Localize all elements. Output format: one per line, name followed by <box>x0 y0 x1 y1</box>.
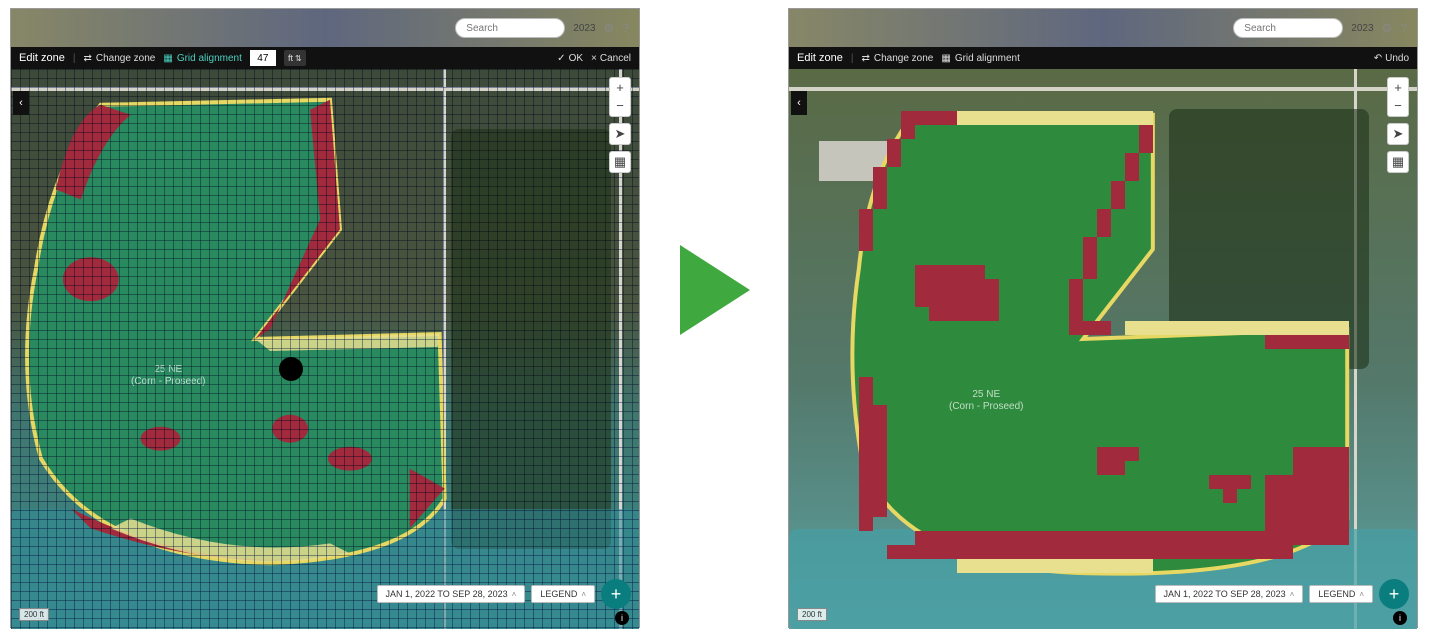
grid-icon: ▦ <box>163 53 172 64</box>
zone-pixel-layer <box>789 69 1417 629</box>
legend-button[interactable]: LEGEND ˄ <box>531 585 595 603</box>
swap-icon: ⇄ <box>83 53 91 64</box>
zoom-control[interactable]: + − <box>609 77 631 117</box>
grid-icon: ▦ <box>941 53 950 64</box>
date-range-button[interactable]: JAN 1, 2022 TO SEP 28, 2023 ˄ <box>377 585 526 603</box>
map-footer-controls: JAN 1, 2022 TO SEP 28, 2023 ˄ LEGEND ˄ + <box>377 579 631 609</box>
grid-alignment-button[interactable]: ▦ Grid alignment <box>941 53 1019 64</box>
zoom-out-icon: − <box>1394 97 1402 115</box>
back-button[interactable]: ‹ <box>13 91 29 115</box>
scale-bar: 200 ft <box>797 608 827 621</box>
search-input[interactable] <box>455 18 565 38</box>
zoom-out-icon: − <box>616 97 624 115</box>
map-canvas-left[interactable]: 25 NE (Corn - Proseed) ‹ + − ➤ ▦ 200 ft … <box>11 69 639 629</box>
change-zone-button[interactable]: ⇄ Change zone <box>83 53 155 64</box>
map-controls: + − ➤ ▦ <box>1387 77 1409 173</box>
chevron-up-icon: ˄ <box>581 590 586 599</box>
zoom-in-icon: + <box>616 79 624 97</box>
grid-alignment-button[interactable]: ▦ Grid alignment <box>163 53 241 64</box>
year-label: 2023 <box>573 23 595 34</box>
grid-unit-stepper[interactable]: ft ⇅ <box>284 50 306 66</box>
check-icon: ✓ <box>557 53 565 64</box>
chevron-up-icon: ˄ <box>1359 590 1364 599</box>
ok-button[interactable]: ✓ OK <box>557 53 583 64</box>
change-zone-label: Change zone <box>96 53 156 64</box>
help-icon[interactable]: ? <box>1400 21 1407 35</box>
locate-icon: ➤ <box>615 126 626 142</box>
legend-label: LEGEND <box>540 589 577 599</box>
chevron-up-icon: ˄ <box>1290 590 1295 599</box>
change-zone-label: Change zone <box>874 53 934 64</box>
edit-zone-toolbar: Edit zone | ⇄ Change zone ▦ Grid alignme… <box>789 47 1417 69</box>
locate-icon: ➤ <box>1393 126 1404 142</box>
help-icon[interactable]: ? <box>622 21 629 35</box>
grid-value-input[interactable] <box>250 50 276 66</box>
chevron-up-icon: ˄ <box>512 590 517 599</box>
layers-icon: ▦ <box>1392 154 1404 170</box>
layers-icon: ▦ <box>614 154 626 170</box>
grid-unit-label: ft <box>288 53 293 63</box>
stepper-icon: ⇅ <box>295 54 302 63</box>
locate-button[interactable]: ➤ <box>609 123 631 145</box>
settings-icon[interactable]: ⚙ <box>1382 21 1393 35</box>
toolbar-title: Edit zone <box>797 52 843 64</box>
undo-button[interactable]: ↶ Undo <box>1374 53 1409 64</box>
transition-arrow-icon <box>680 245 750 335</box>
edit-zone-toolbar: Edit zone | ⇄ Change zone ▦ Grid alignme… <box>11 47 639 69</box>
legend-button[interactable]: LEGEND ˄ <box>1309 585 1373 603</box>
app-panel-before: 2023 ⚙ ? Edit zone | ⇄ Change zone ▦ Gri… <box>10 8 640 628</box>
undo-label: Undo <box>1385 53 1409 64</box>
cancel-button[interactable]: × Cancel <box>591 53 631 64</box>
settings-icon[interactable]: ⚙ <box>604 21 615 35</box>
attribution-icon[interactable]: i <box>615 611 629 625</box>
map-canvas-right[interactable]: 25 NE (Corn - Proseed) ‹ + − ➤ ▦ 200 ft … <box>789 69 1417 629</box>
app-header: 2023 ⚙ ? <box>11 9 639 47</box>
zoom-in-icon: + <box>1394 79 1402 97</box>
change-zone-button[interactable]: ⇄ Change zone <box>861 53 933 64</box>
grid-alignment-label: Grid alignment <box>955 53 1020 64</box>
attribution-icon[interactable]: i <box>1393 611 1407 625</box>
swap-icon: ⇄ <box>861 53 869 64</box>
map-controls: + − ➤ ▦ <box>609 77 631 173</box>
date-range-label: JAN 1, 2022 TO SEP 28, 2023 <box>1164 589 1286 599</box>
back-button[interactable]: ‹ <box>791 91 807 115</box>
app-panel-after: 2023 ⚙ ? Edit zone | ⇄ Change zone ▦ Gri… <box>788 8 1418 628</box>
map-footer-controls: JAN 1, 2022 TO SEP 28, 2023 ˄ LEGEND ˄ + <box>1155 579 1409 609</box>
date-range-button[interactable]: JAN 1, 2022 TO SEP 28, 2023 ˄ <box>1155 585 1304 603</box>
locate-button[interactable]: ➤ <box>1387 123 1409 145</box>
zoom-control[interactable]: + − <box>1387 77 1409 117</box>
add-button[interactable]: + <box>1379 579 1409 609</box>
layers-button[interactable]: ▦ <box>609 151 631 173</box>
toolbar-title: Edit zone <box>19 52 65 64</box>
undo-icon: ↶ <box>1374 53 1382 64</box>
layers-button[interactable]: ▦ <box>1387 151 1409 173</box>
app-header: 2023 ⚙ ? <box>789 9 1417 47</box>
ok-label: OK <box>569 53 583 64</box>
scale-bar: 200 ft <box>19 608 49 621</box>
grid-overlay <box>11 69 639 629</box>
search-input[interactable] <box>1233 18 1343 38</box>
year-label: 2023 <box>1351 23 1373 34</box>
scale-value: 200 ft <box>797 608 827 621</box>
close-icon: × <box>591 53 597 64</box>
legend-label: LEGEND <box>1318 589 1355 599</box>
cancel-label: Cancel <box>600 53 631 64</box>
grid-alignment-label: Grid alignment <box>177 53 242 64</box>
date-range-label: JAN 1, 2022 TO SEP 28, 2023 <box>386 589 508 599</box>
scale-value: 200 ft <box>19 608 49 621</box>
add-button[interactable]: + <box>601 579 631 609</box>
